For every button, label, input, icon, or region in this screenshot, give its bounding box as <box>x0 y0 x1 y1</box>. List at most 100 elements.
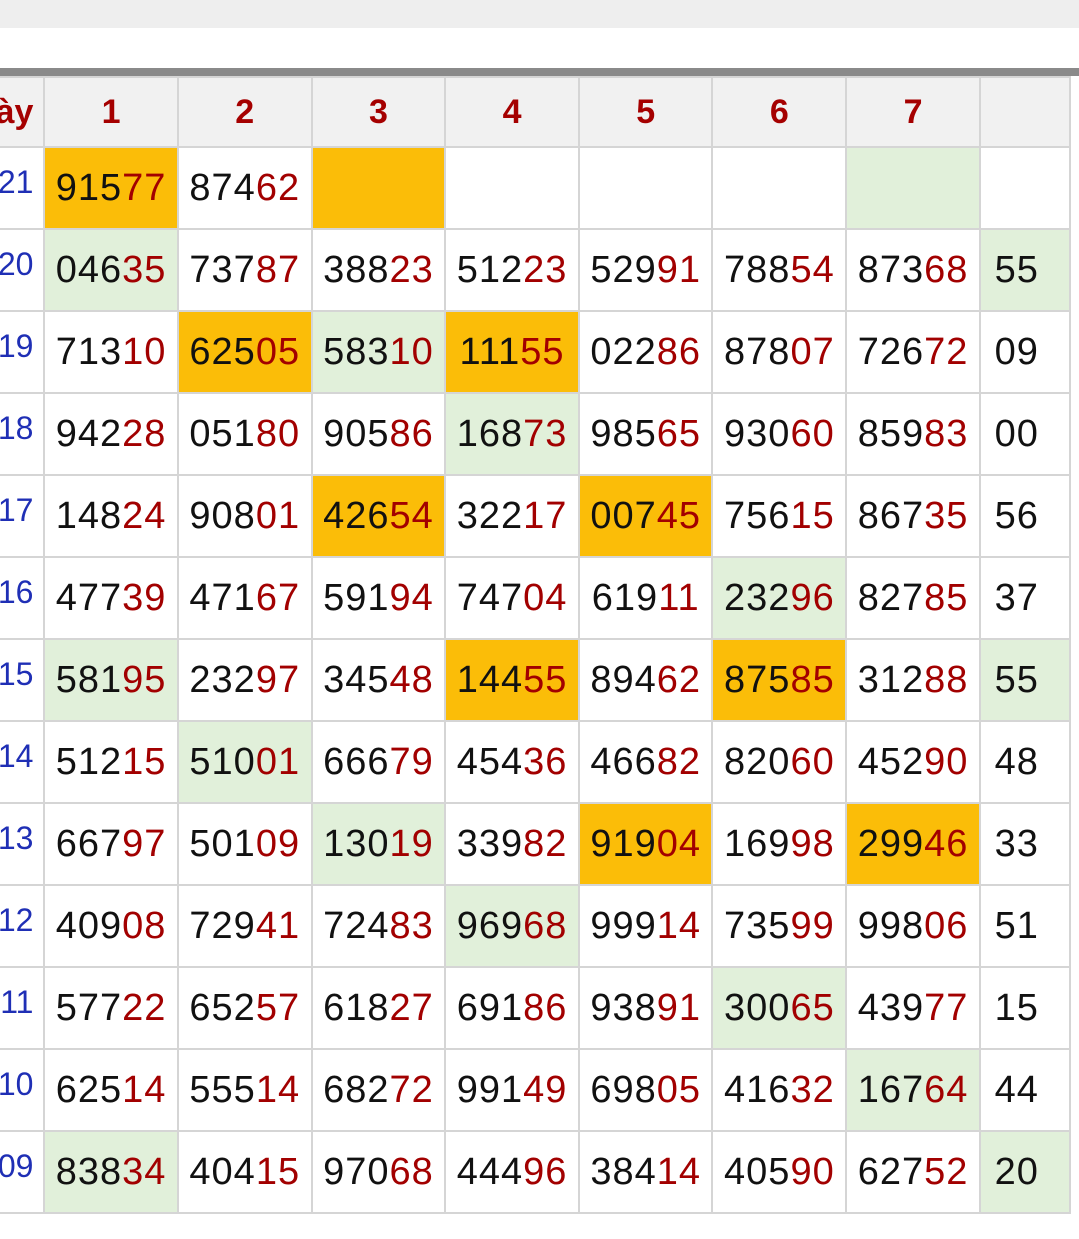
result-cell[interactable]: 34548 <box>310 638 447 722</box>
result-cell[interactable]: 94228 <box>43 392 179 476</box>
result-cell[interactable]: 32217 <box>444 474 581 558</box>
result-cell[interactable]: 40908 <box>43 884 179 968</box>
result-cell[interactable]: 61911 <box>578 556 714 640</box>
result-cell[interactable]: 99914 <box>578 884 714 968</box>
result-cell[interactable]: 93060 <box>711 392 848 476</box>
result-cell[interactable]: 45436 <box>444 720 581 804</box>
result-cell[interactable]: 44496 <box>444 1130 581 1214</box>
result-cell[interactable]: 62505 <box>176 310 313 394</box>
result-cell[interactable]: 82060 <box>711 720 848 804</box>
result-cell[interactable]: 66797 <box>43 802 179 886</box>
result-cell[interactable] <box>310 146 447 230</box>
result-cell[interactable]: 56 <box>978 474 1072 558</box>
result-cell[interactable]: 50109 <box>176 802 313 886</box>
result-cell[interactable]: 00745 <box>578 474 714 558</box>
result-cell[interactable]: 33 <box>978 802 1072 886</box>
result-cell[interactable]: 02286 <box>578 310 714 394</box>
result-cell[interactable]: 38823 <box>310 228 447 312</box>
result-cell[interactable]: 46682 <box>578 720 714 804</box>
result-cell[interactable] <box>444 146 581 230</box>
result-cell[interactable]: 89462 <box>578 638 714 722</box>
result-cell[interactable]: 11155 <box>444 310 581 394</box>
result-cell[interactable]: 65257 <box>176 966 313 1050</box>
result-cell[interactable]: 87585 <box>711 638 848 722</box>
result-cell[interactable]: 30065 <box>711 966 848 1050</box>
result-cell[interactable]: 87462 <box>176 146 313 230</box>
result-cell[interactable]: 57722 <box>43 966 179 1050</box>
column-header-7[interactable]: 7 <box>845 76 981 148</box>
result-cell[interactable]: 16998 <box>711 802 848 886</box>
result-cell[interactable]: 20 <box>978 1130 1072 1214</box>
result-cell[interactable]: 58310 <box>310 310 447 394</box>
result-cell[interactable]: 87368 <box>845 228 981 312</box>
result-cell[interactable]: 73599 <box>711 884 848 968</box>
result-cell[interactable]: 13019 <box>310 802 447 886</box>
result-cell[interactable] <box>711 146 848 230</box>
result-cell[interactable]: 15 <box>978 966 1072 1050</box>
result-cell[interactable]: 16873 <box>444 392 581 476</box>
result-cell[interactable]: 59194 <box>310 556 447 640</box>
result-cell[interactable]: 14455 <box>444 638 581 722</box>
result-cell[interactable]: 40415 <box>176 1130 313 1214</box>
result-cell[interactable]: 62752 <box>845 1130 981 1214</box>
result-cell[interactable]: 55 <box>978 228 1072 312</box>
result-cell[interactable]: 48 <box>978 720 1072 804</box>
column-header-1[interactable]: 1 <box>43 76 179 148</box>
result-cell[interactable]: 51 <box>978 884 1072 968</box>
result-cell[interactable]: 23297 <box>176 638 313 722</box>
result-cell[interactable]: 90586 <box>310 392 447 476</box>
result-cell[interactable]: 69805 <box>578 1048 714 1132</box>
result-cell[interactable]: 04635 <box>43 228 179 312</box>
result-cell[interactable] <box>578 146 714 230</box>
result-cell[interactable]: 62514 <box>43 1048 179 1132</box>
result-cell[interactable]: 43977 <box>845 966 981 1050</box>
result-cell[interactable]: 72941 <box>176 884 313 968</box>
result-cell[interactable]: 44 <box>978 1048 1072 1132</box>
result-cell[interactable]: 73787 <box>176 228 313 312</box>
result-cell[interactable]: 14824 <box>43 474 179 558</box>
result-cell[interactable]: 00 <box>978 392 1072 476</box>
result-cell[interactable]: 09 <box>978 310 1072 394</box>
result-cell[interactable]: 87807 <box>711 310 848 394</box>
result-cell[interactable]: 51223 <box>444 228 581 312</box>
result-cell[interactable]: 97068 <box>310 1130 447 1214</box>
result-cell[interactable]: 91904 <box>578 802 714 886</box>
result-cell[interactable]: 83834 <box>43 1130 179 1214</box>
result-cell[interactable]: 90801 <box>176 474 313 558</box>
result-cell[interactable]: 75615 <box>711 474 848 558</box>
column-header-3[interactable]: 3 <box>310 76 447 148</box>
result-cell[interactable]: 16764 <box>845 1048 981 1132</box>
result-cell[interactable]: 99806 <box>845 884 981 968</box>
result-cell[interactable]: 37 <box>978 556 1072 640</box>
result-cell[interactable]: 40590 <box>711 1130 848 1214</box>
result-cell[interactable]: 98565 <box>578 392 714 476</box>
result-cell[interactable]: 33982 <box>444 802 581 886</box>
result-cell[interactable]: 52991 <box>578 228 714 312</box>
result-cell[interactable]: 47167 <box>176 556 313 640</box>
column-header-6[interactable]: 6 <box>711 76 848 148</box>
result-cell[interactable]: 38414 <box>578 1130 714 1214</box>
result-cell[interactable]: 55 <box>978 638 1072 722</box>
result-cell[interactable]: 85983 <box>845 392 981 476</box>
result-cell[interactable]: 31288 <box>845 638 981 722</box>
result-cell[interactable]: 61827 <box>310 966 447 1050</box>
result-cell[interactable]: 69186 <box>444 966 581 1050</box>
column-header-8[interactable] <box>978 76 1072 148</box>
result-cell[interactable]: 91577 <box>43 146 179 230</box>
result-cell[interactable]: 74704 <box>444 556 581 640</box>
result-cell[interactable]: 71310 <box>43 310 179 394</box>
result-cell[interactable]: 51001 <box>176 720 313 804</box>
result-cell[interactable]: 66679 <box>310 720 447 804</box>
column-header-5[interactable]: 5 <box>578 76 714 148</box>
result-cell[interactable]: 99149 <box>444 1048 581 1132</box>
result-cell[interactable]: 42654 <box>310 474 447 558</box>
result-cell[interactable]: 41632 <box>711 1048 848 1132</box>
result-cell[interactable]: 29946 <box>845 802 981 886</box>
result-cell[interactable]: 72483 <box>310 884 447 968</box>
result-cell[interactable]: 51215 <box>43 720 179 804</box>
result-cell[interactable]: 96968 <box>444 884 581 968</box>
result-cell[interactable]: 05180 <box>176 392 313 476</box>
result-cell[interactable]: 47739 <box>43 556 179 640</box>
result-cell[interactable]: 55514 <box>176 1048 313 1132</box>
column-header-2[interactable]: 2 <box>176 76 313 148</box>
